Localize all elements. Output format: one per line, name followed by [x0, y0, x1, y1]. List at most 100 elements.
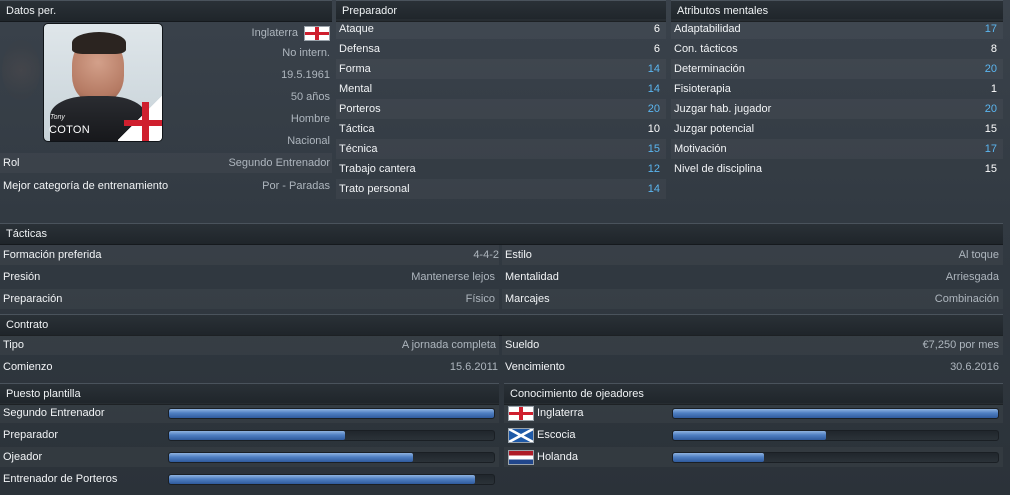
attr-row-attacking: Ataque 6 [336, 19, 666, 39]
tactics-value: Mantenerse lejos [411, 271, 495, 283]
attr-value: 15 [984, 123, 997, 135]
scout-knowledge-bar [672, 408, 999, 419]
england-flag-icon [508, 406, 534, 421]
club-crest-watermark [2, 40, 40, 100]
attr-label: Técnica [339, 143, 378, 155]
contract-label: Sueldo [505, 339, 540, 351]
international-status-value: No intern. [282, 47, 330, 59]
nationality-value[interactable]: Inglaterra [252, 25, 298, 41]
tactics-label: Estilo [505, 249, 532, 261]
attr-row-discipline: Nivel de disciplina 15 [671, 159, 1003, 179]
attr-label: Motivación [674, 143, 727, 155]
attr-value: 17 [984, 23, 997, 35]
attr-value: 6 [653, 23, 660, 35]
tactics-value: Físico [465, 293, 495, 305]
staff-role-bar-fill [169, 453, 413, 462]
contract-value: A jornada completa [401, 339, 496, 351]
role-value[interactable]: Segundo Entrenador [228, 153, 330, 173]
tactics-label: Marcajes [505, 293, 550, 305]
contract-row-start: Comienzo 15.6.2011 [0, 357, 499, 377]
attr-value: 17 [984, 143, 997, 155]
attr-value: 14 [647, 63, 660, 75]
contract-row-wage: Sueldo €7,250 por mes [502, 335, 1003, 355]
personal-panel: Datos per. Tony COTON Inglaterra No inte… [0, 0, 332, 200]
attr-label: Trabajo cantera [339, 163, 416, 175]
attr-value: 14 [647, 83, 660, 95]
attr-value: 12 [647, 163, 660, 175]
tactics-header: Tácticas [0, 223, 1003, 245]
best-training-row: Mejor categoría de entrenamiento Por - P… [0, 176, 332, 196]
attr-label: Fisioterapia [674, 83, 731, 95]
attr-value: 14 [647, 183, 660, 195]
scout-knowledge-label: Inglaterra [537, 407, 584, 419]
staff-role-panel: Puesto plantilla Segundo Entrenador Prep… [0, 383, 499, 493]
attr-value: 20 [984, 63, 997, 75]
attr-label: Defensa [339, 43, 380, 55]
contract-header: Contrato [0, 314, 1003, 336]
attr-row-defending: Defensa 6 [336, 39, 666, 59]
staff-role-row: Ojeador [0, 447, 499, 467]
attr-row-motivation: Motivación 17 [671, 139, 1003, 159]
birth-date-value: 19.5.1961 [281, 69, 330, 81]
attr-row-man-management: Trato personal 14 [336, 179, 666, 199]
scout-knowledge-label: Escocia [537, 429, 576, 441]
personal-header: Datos per. [0, 0, 332, 22]
attr-label: Juzgar hab. jugador [674, 103, 772, 115]
staff-role-bar-fill [169, 475, 475, 484]
staff-role-bar-fill [169, 409, 494, 418]
tactics-value: Al toque [958, 249, 999, 261]
contract-value: 15.6.2011 [449, 361, 498, 373]
scout-knowledge-bar-fill [673, 431, 826, 440]
scout-knowledge-row[interactable]: Escocia [504, 425, 1003, 445]
attr-row-youth: Trabajo cantera 12 [336, 159, 666, 179]
mental-attributes-panel: Atributos mentales Adaptabilidad 17 Con. … [671, 0, 1003, 200]
contract-label: Tipo [3, 339, 24, 351]
scout-knowledge-panel: Conocimiento de ojeadores Inglaterra Esc… [504, 383, 1003, 471]
attr-value: 8 [990, 43, 997, 55]
staff-role-bar [168, 474, 495, 485]
contract-row-expiry: Vencimiento 30.6.2016 [502, 357, 1003, 377]
attr-label: Ataque [339, 23, 374, 35]
staff-photo: Tony COTON [43, 23, 163, 142]
tactics-label: Formación preferida [3, 249, 102, 261]
status-value: Nacional [287, 135, 330, 147]
photo-flag-corner [118, 94, 162, 141]
attr-row-tactical: Táctica 10 [336, 119, 666, 139]
attr-label: Adaptabilidad [674, 23, 741, 35]
scout-knowledge-bar-fill [673, 409, 998, 418]
attr-row-tactical-knowledge: Con. tácticos 8 [671, 39, 1003, 59]
tactics-label: Presión [3, 271, 41, 283]
attr-label: Táctica [339, 123, 375, 135]
scout-knowledge-row[interactable]: Holanda [504, 447, 1003, 467]
netherlands-flag-icon [508, 450, 534, 465]
tactics-row-style: Estilo Al toque [502, 245, 1003, 265]
attr-value: 15 [984, 163, 997, 175]
contract-label: Vencimiento [505, 361, 565, 373]
england-flag-icon [304, 26, 330, 41]
coach-attributes-panel: Preparador Ataque 6 Defensa 6 Forma 14 Ment… [336, 0, 666, 200]
best-training-value: Por - Paradas [262, 180, 330, 192]
best-training-label: Mejor categoría de entrenamiento [3, 180, 169, 192]
attr-row-physiotherapy: Fisioterapia 1 [671, 79, 1003, 99]
attr-row-judging-ability: Juzgar hab. jugador 20 [671, 99, 1003, 119]
tactics-row-training: Preparación Físico [0, 289, 499, 309]
attr-value: 20 [647, 103, 660, 115]
tactics-label: Preparación [3, 293, 63, 305]
attr-value: 15 [647, 143, 660, 155]
attr-label: Determinación [674, 63, 745, 75]
scout-knowledge-row[interactable]: Inglaterra [504, 403, 1003, 423]
staff-role-bar-fill [169, 431, 345, 440]
tactics-value: 4-4-2 [473, 249, 499, 261]
attr-label: Mental [339, 83, 373, 95]
contract-value: €7,250 por mes [922, 339, 999, 351]
attr-label: Juzgar potencial [674, 123, 755, 135]
staff-role-bar [168, 408, 495, 419]
staff-role-row: Preparador [0, 425, 499, 445]
tactics-row-mentality: Mentalidad Arriesgada [502, 267, 1003, 287]
age-value: 50 años [290, 91, 330, 103]
role-row: Rol Segundo Entrenador [0, 153, 332, 173]
staff-role-row: Segundo Entrenador [0, 403, 499, 423]
scout-knowledge-bar-fill [673, 453, 764, 462]
staff-role-label: Segundo Entrenador [3, 407, 105, 419]
attr-label: Nivel de disciplina [674, 163, 763, 175]
